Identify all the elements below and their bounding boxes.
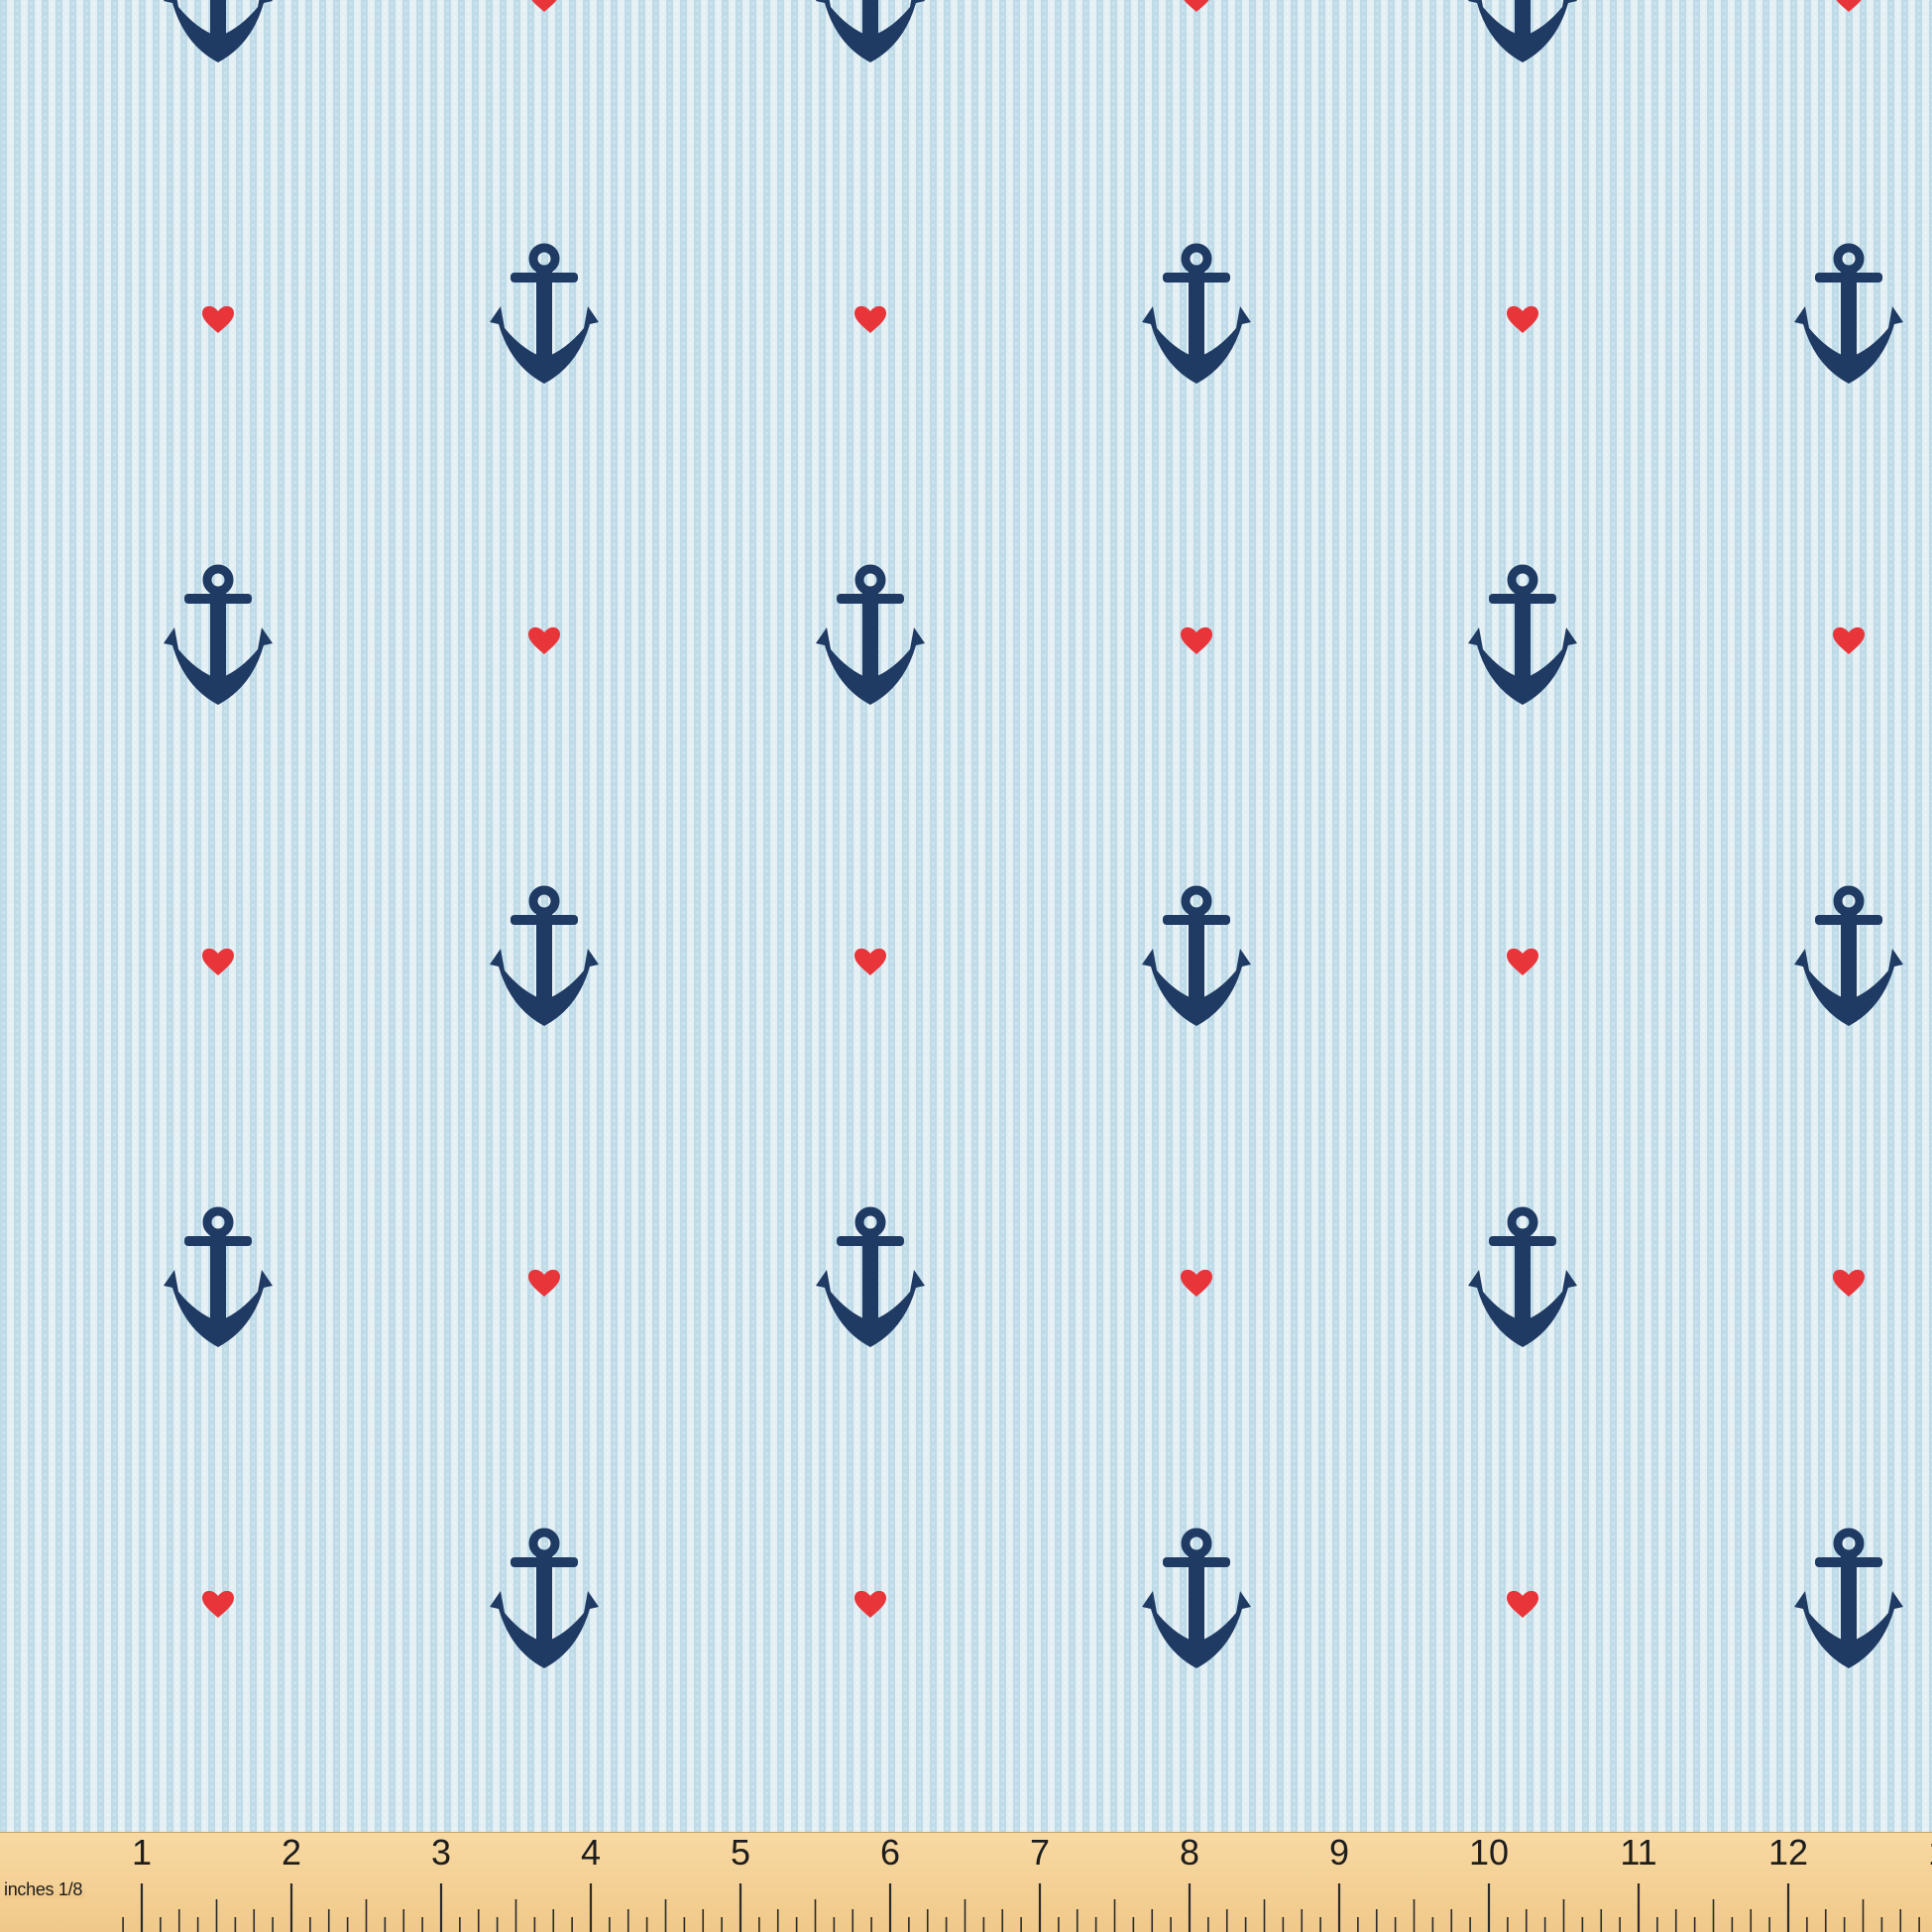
fabric-swatch bbox=[0, 0, 1932, 1932]
ruler-number: 5 bbox=[730, 1832, 751, 1873]
ruler-number: 11 bbox=[1620, 1832, 1657, 1873]
ruler-number: 6 bbox=[879, 1832, 901, 1873]
fabric-pattern bbox=[0, 0, 1932, 1932]
measuring-ruler: 1234567891011121 inches 1/8 bbox=[0, 1832, 1932, 1932]
ruler-number: 1 bbox=[131, 1832, 153, 1873]
ruler-number: 7 bbox=[1029, 1832, 1051, 1873]
ruler-number: 9 bbox=[1328, 1832, 1350, 1873]
ruler-unit-label: inches 1/8 bbox=[4, 1880, 86, 1898]
ruler-number: 2 bbox=[281, 1832, 302, 1873]
ruler-number: 3 bbox=[430, 1832, 452, 1873]
ruler-number: 1 bbox=[1928, 1835, 1932, 1871]
ruler-number: 4 bbox=[580, 1832, 602, 1873]
ruler-number: 8 bbox=[1179, 1832, 1200, 1873]
ruler-number: 12 bbox=[1767, 1832, 1809, 1873]
ruler-number: 10 bbox=[1468, 1832, 1510, 1873]
